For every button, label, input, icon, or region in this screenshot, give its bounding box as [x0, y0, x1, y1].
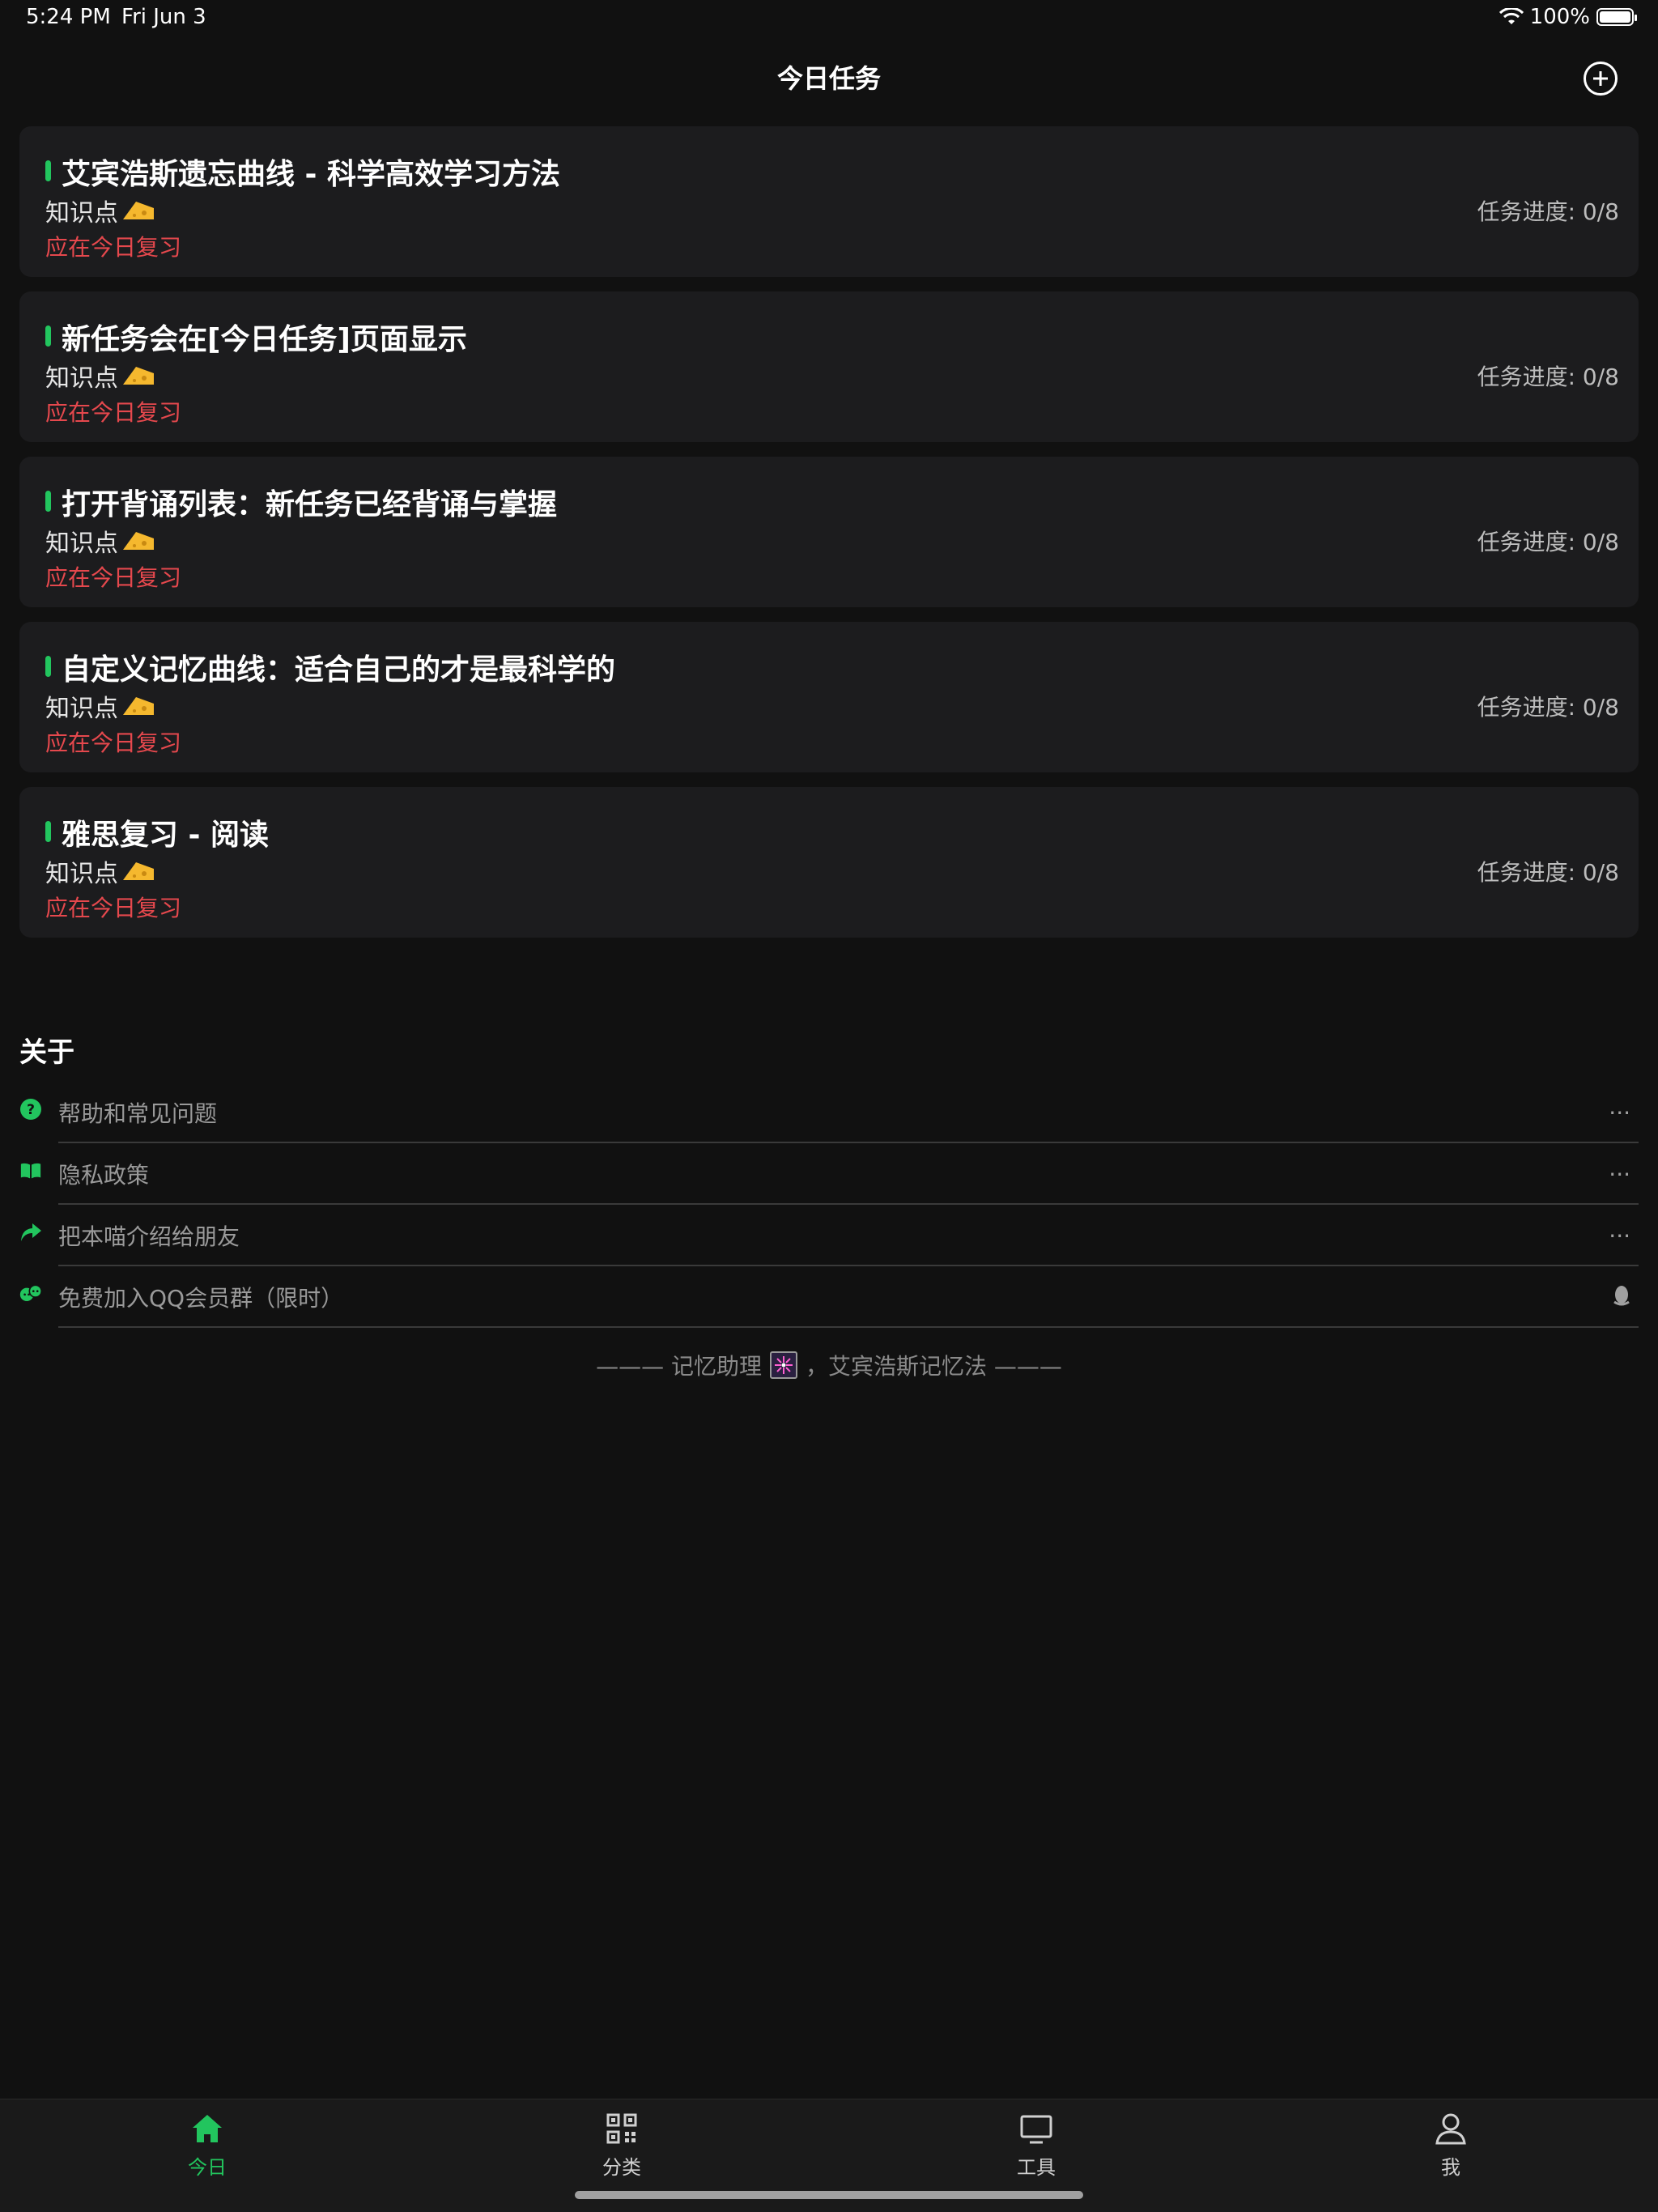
task-progress: 任务进度: 0/8 [1477, 364, 1619, 390]
battery-fill [1600, 11, 1630, 23]
qq-penguin-icon[interactable] [1613, 1284, 1630, 1312]
task-accent-bar [45, 821, 51, 842]
task-accent-bar [45, 325, 51, 347]
add-task-button[interactable] [1584, 62, 1618, 96]
task-title: 雅思复习 - 阅读 [62, 819, 270, 852]
book-icon [19, 1159, 42, 1182]
review-warning: 应在今日复习 [45, 730, 182, 756]
question-circle-icon: ? [19, 1098, 42, 1121]
firework-icon [770, 1351, 797, 1379]
battery-percent: 100% [1529, 5, 1590, 29]
about-item-share[interactable]: 把本喵介绍给朋友 ··· [19, 1205, 1639, 1266]
about-item-label: 免费加入QQ会员群（限时） [58, 1285, 344, 1312]
about-item-label: 把本喵介绍给朋友 [58, 1223, 240, 1250]
task-subtitle: 知识点 [45, 530, 118, 558]
task-progress: 任务进度: 0/8 [1477, 529, 1619, 555]
cheese-icon [123, 367, 154, 385]
cheese-icon [123, 697, 154, 715]
tab-category[interactable]: 分类 [541, 2111, 703, 2180]
task-accent-bar [45, 160, 51, 181]
task-subtitle: 知识点 [45, 860, 118, 888]
more-icon[interactable]: ··· [1609, 1100, 1630, 1126]
task-progress: 任务进度: 0/8 [1477, 859, 1619, 886]
tab-label: 工具 [1017, 2156, 1056, 2179]
group-chat-icon [19, 1283, 42, 1305]
about-section-title: 关于 [19, 1036, 74, 1069]
review-warning: 应在今日复习 [45, 234, 182, 261]
task-subtitle-row: 知识点 [45, 853, 155, 889]
about-list: ? 帮助和常见问题 ··· 隐私政策 ··· 把本喵介绍给朋友 ··· 免费加入… [19, 1082, 1639, 1328]
plus-circle-icon [1593, 71, 1608, 86]
tab-label: 今日 [188, 2156, 227, 2179]
task-card[interactable]: 新任务会在[今日任务]页面显示 知识点 应在今日复习 任务进度: 0/8 [19, 291, 1639, 442]
monitor-icon [1020, 2115, 1052, 2144]
home-icon [193, 2115, 222, 2142]
task-accent-bar [45, 656, 51, 677]
more-icon[interactable]: ··· [1609, 1223, 1630, 1249]
person-icon [1435, 2113, 1466, 2145]
task-subtitle: 知识点 [45, 695, 118, 723]
battery-icon [1596, 8, 1637, 26]
task-card[interactable]: 艾宾浩斯遗忘曲线 - 科学高效学习方法 知识点 应在今日复习 任务进度: 0/8 [19, 126, 1639, 277]
task-title: 打开背诵列表：新任务已经背诵与掌握 [62, 488, 558, 521]
task-card[interactable]: 打开背诵列表：新任务已经背诵与掌握 知识点 应在今日复习 任务进度: 0/8 [19, 457, 1639, 607]
more-icon[interactable]: ··· [1609, 1161, 1630, 1188]
tab-label: 分类 [602, 2156, 641, 2179]
footer-left-text: ——— 记忆助理 [596, 1353, 762, 1380]
wifi-icon [1499, 8, 1524, 24]
status-date: Fri Jun 3 [121, 5, 206, 29]
cheese-icon [123, 532, 154, 550]
task-title: 自定义记忆曲线：适合自己的才是最科学的 [62, 653, 616, 687]
about-item-label: 帮助和常见问题 [58, 1100, 218, 1127]
review-warning: 应在今日复习 [45, 564, 182, 591]
status-time: 5:24 PM [26, 5, 111, 29]
svg-text:?: ? [27, 1102, 35, 1118]
task-card[interactable]: 雅思复习 - 阅读 知识点 应在今日复习 任务进度: 0/8 [19, 787, 1639, 938]
task-accent-bar [45, 491, 51, 512]
task-subtitle: 知识点 [45, 364, 118, 393]
status-bar: 5:24 PM Fri Jun 3 100% [0, 0, 1658, 39]
task-list: 艾宾浩斯遗忘曲线 - 科学高效学习方法 知识点 应在今日复习 任务进度: 0/8… [19, 126, 1639, 952]
tab-label: 我 [1441, 2156, 1460, 2179]
about-item-qq-group[interactable]: 免费加入QQ会员群（限时） [19, 1266, 1639, 1328]
app-screen: 5:24 PM Fri Jun 3 100% 今日任务 艾宾浩斯遗忘曲线 - 科… [0, 0, 1658, 2212]
review-warning: 应在今日复习 [45, 399, 182, 426]
about-item-privacy[interactable]: 隐私政策 ··· [19, 1143, 1639, 1205]
review-warning: 应在今日复习 [45, 895, 182, 921]
tab-tools[interactable]: 工具 [955, 2111, 1117, 2180]
status-indicators: 100% [1499, 5, 1637, 29]
tab-me[interactable]: 我 [1370, 2111, 1532, 2180]
footer-caption: ——— 记忆助理 ，艾宾浩斯记忆法 ——— [0, 1349, 1658, 1381]
task-subtitle-row: 知识点 [45, 193, 155, 228]
task-progress: 任务进度: 0/8 [1477, 198, 1619, 225]
home-indicator[interactable] [575, 2191, 1083, 2199]
footer-right-text: ，艾宾浩斯记忆法 ——— [806, 1353, 1062, 1380]
cheese-icon [123, 862, 154, 880]
about-item-label: 隐私政策 [58, 1162, 150, 1189]
share-arrow-icon [19, 1221, 42, 1244]
task-title: 新任务会在[今日任务]页面显示 [62, 323, 467, 356]
page-title: 今日任务 [776, 63, 881, 94]
task-subtitle-row: 知识点 [45, 688, 155, 724]
task-subtitle-row: 知识点 [45, 358, 155, 393]
task-card[interactable]: 自定义记忆曲线：适合自己的才是最科学的 知识点 应在今日复习 任务进度: 0/8 [19, 622, 1639, 772]
divider [58, 1326, 1639, 1328]
task-title: 艾宾浩斯遗忘曲线 - 科学高效学习方法 [62, 158, 561, 191]
task-progress: 任务进度: 0/8 [1477, 694, 1619, 721]
cheese-icon [123, 202, 154, 219]
qr-grid-icon [606, 2113, 637, 2144]
task-subtitle: 知识点 [45, 199, 118, 228]
task-subtitle-row: 知识点 [45, 523, 155, 559]
tab-today[interactable]: 今日 [126, 2111, 288, 2180]
about-item-help[interactable]: ? 帮助和常见问题 ··· [19, 1082, 1639, 1143]
